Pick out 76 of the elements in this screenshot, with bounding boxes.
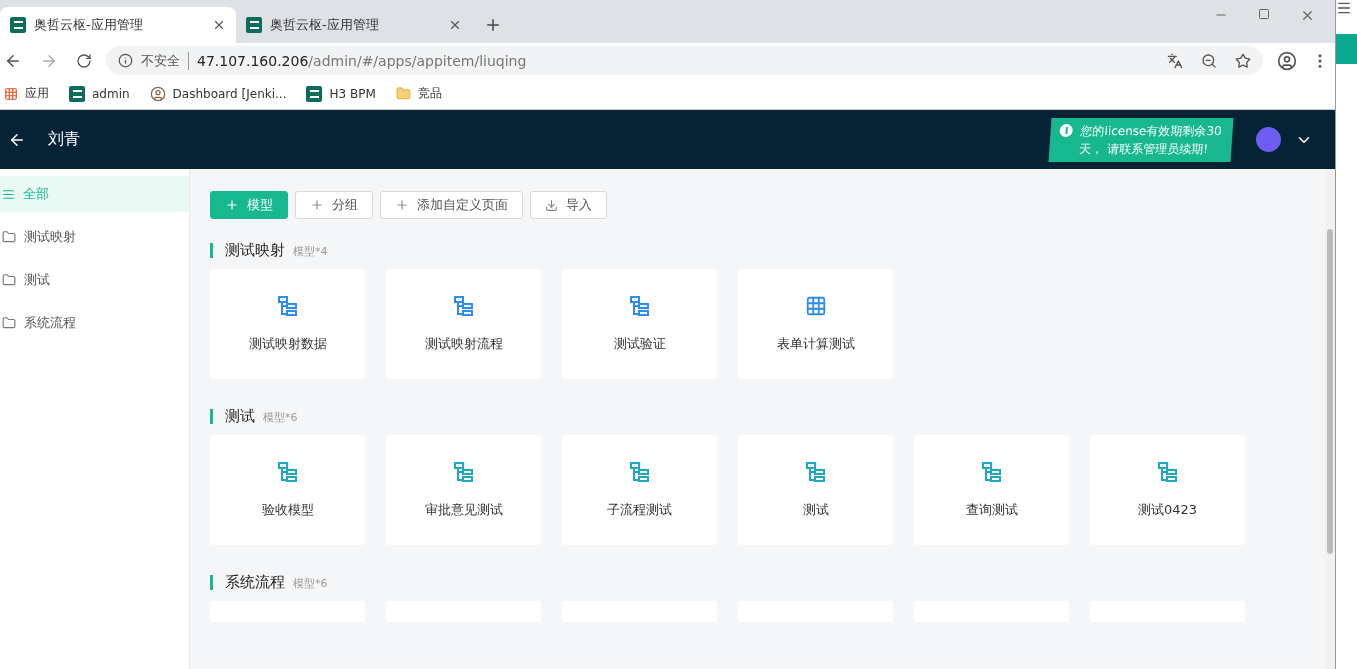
info-icon bbox=[118, 53, 133, 68]
bookmark-item[interactable]: 竞品 bbox=[395, 85, 442, 102]
new-tab-icon[interactable] bbox=[484, 16, 502, 34]
alert-icon bbox=[1059, 123, 1074, 137]
model-count: 模型*6 bbox=[293, 576, 328, 591]
sidebar-item[interactable]: 测试映射 bbox=[0, 219, 189, 255]
card-label: 测试 bbox=[802, 501, 829, 519]
close-icon[interactable] bbox=[1300, 8, 1315, 23]
site-favicon-icon bbox=[306, 85, 323, 102]
zoom-out-icon[interactable] bbox=[1201, 52, 1217, 69]
browser-tab[interactable]: 奥哲云枢-应用管理 bbox=[236, 7, 472, 43]
card-label: 子流程测试 bbox=[607, 501, 672, 519]
menu-icon bbox=[1336, 0, 1352, 16]
site-favicon-icon bbox=[10, 17, 26, 33]
card-label: 测试验证 bbox=[613, 335, 666, 353]
card-label: 测试映射数据 bbox=[248, 335, 327, 353]
bookmark-item[interactable]: admin bbox=[69, 85, 130, 102]
model-card[interactable]: 测试映射流程 bbox=[386, 269, 541, 379]
folder-icon bbox=[2, 230, 16, 244]
translate-icon[interactable] bbox=[1167, 52, 1183, 69]
model-count: 模型*4 bbox=[293, 244, 328, 259]
bookmark-item[interactable]: H3 BPM bbox=[306, 85, 376, 102]
browser-tab[interactable]: 奥哲云枢-应用管理 bbox=[0, 7, 236, 43]
scrollbar[interactable] bbox=[1325, 169, 1335, 669]
model-card[interactable]: 查询测试 bbox=[914, 435, 1069, 545]
sidebar-item[interactable]: 系统流程 bbox=[0, 305, 189, 341]
plus-icon bbox=[225, 198, 239, 212]
section-title: 测试映射 bbox=[210, 243, 285, 258]
site-favicon-icon bbox=[69, 85, 85, 102]
site-favicon-icon bbox=[246, 17, 262, 33]
card-label: 表单计算测试 bbox=[776, 335, 855, 353]
card-label: 验收模型 bbox=[261, 501, 314, 519]
folder-icon bbox=[2, 273, 16, 287]
tab-title: 奥哲云枢-应用管理 bbox=[270, 16, 380, 34]
maximize-icon[interactable] bbox=[1258, 8, 1270, 20]
folder-icon bbox=[395, 86, 411, 101]
section-title: 测试 bbox=[210, 409, 255, 424]
tab-title: 奥哲云枢-应用管理 bbox=[34, 16, 144, 34]
model-card[interactable]: 子流程测试 bbox=[562, 435, 717, 545]
list-icon bbox=[2, 187, 15, 201]
folder-icon bbox=[2, 316, 16, 330]
close-icon[interactable] bbox=[212, 18, 226, 32]
section-title: 系统流程 bbox=[210, 575, 285, 590]
url-text: 47.107.160.206/admin/#/apps/appitem/liuqing bbox=[197, 52, 527, 69]
model-card[interactable]: 测试 bbox=[738, 435, 893, 545]
bookmark-item[interactable]: 应用 bbox=[4, 85, 49, 102]
toolbar-button[interactable]: 添加自定义页面 bbox=[380, 191, 523, 219]
model-card[interactable]: 审批意见测试 bbox=[386, 435, 541, 545]
download-icon bbox=[545, 198, 558, 212]
model-card[interactable]: 测试映射数据 bbox=[210, 269, 365, 379]
toolbar-button[interactable]: 分组 bbox=[295, 191, 373, 219]
profile-icon[interactable] bbox=[1277, 50, 1297, 71]
model-card[interactable]: 验收模型 bbox=[210, 435, 365, 545]
reload-icon[interactable] bbox=[76, 52, 92, 69]
license-notice: 您的license有效期剩余30天， 请联系管理员续期! bbox=[1048, 117, 1234, 162]
plus-icon bbox=[395, 198, 409, 212]
model-card[interactable]: 测试0423 bbox=[1090, 435, 1245, 545]
card-label: 测试映射流程 bbox=[424, 335, 503, 353]
apps-grid-icon bbox=[4, 86, 18, 101]
address-bar[interactable]: 不安全 47.107.160.206/admin/#/apps/appitem/liuqing bbox=[106, 46, 1263, 75]
avatar[interactable] bbox=[1256, 127, 1281, 152]
page-title: 刘青 bbox=[48, 129, 80, 150]
card-label: 查询测试 bbox=[965, 501, 1018, 519]
star-icon[interactable] bbox=[1235, 52, 1251, 69]
security-label: 不安全 bbox=[141, 51, 189, 70]
model-card[interactable]: 测试验证 bbox=[562, 269, 717, 379]
sidebar-item[interactable]: 测试 bbox=[0, 262, 189, 298]
person-icon bbox=[149, 85, 166, 102]
bookmark-item[interactable]: Dashboard [Jenki... bbox=[149, 85, 287, 102]
model-card[interactable]: 表单计算测试 bbox=[738, 269, 893, 379]
card-label: 审批意见测试 bbox=[424, 501, 503, 519]
toolbar-button[interactable]: 导入 bbox=[530, 191, 607, 219]
card-label: 测试0423 bbox=[1137, 501, 1198, 519]
close-icon[interactable] bbox=[448, 18, 462, 32]
plus-icon bbox=[310, 198, 324, 212]
model-count: 模型*6 bbox=[263, 410, 298, 425]
